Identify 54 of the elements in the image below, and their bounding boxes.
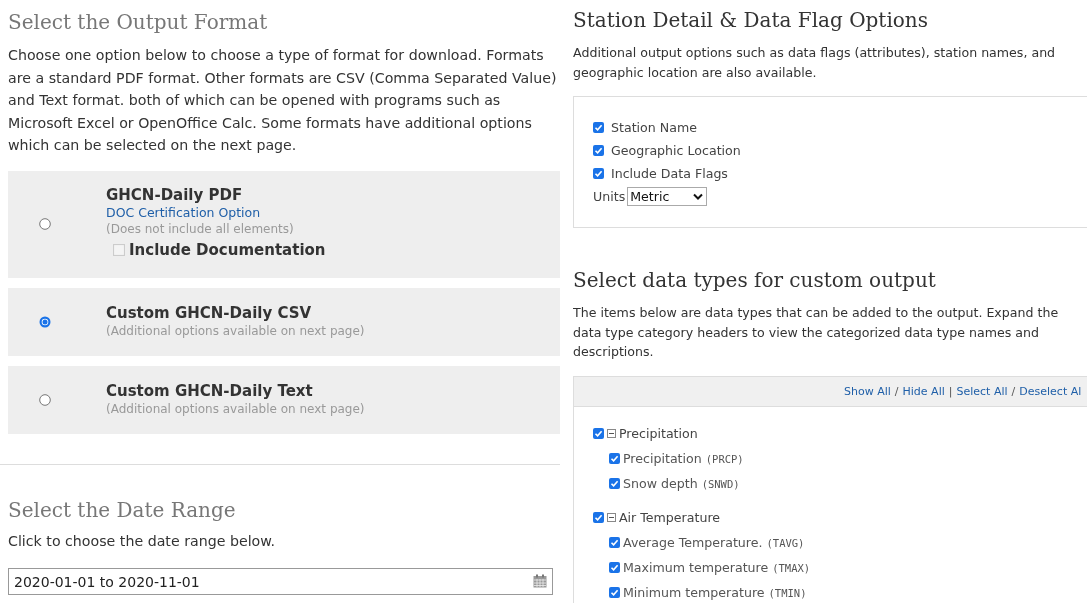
section-description: Click to choose the date range below. xyxy=(8,531,277,551)
data-type-label: Maximum temperature (TMAX) xyxy=(623,559,811,575)
units-dropdown[interactable]: Metric xyxy=(627,186,708,206)
chevron-icon xyxy=(693,192,704,200)
checkbox[interactable] xyxy=(593,145,604,156)
collapse-icon[interactable] xyxy=(607,429,616,438)
calendar-icon[interactable] xyxy=(533,574,547,588)
certification-link[interactable]: DOC Certification Option xyxy=(106,205,261,221)
checkbox[interactable] xyxy=(609,477,620,489)
checkbox[interactable] xyxy=(113,244,125,256)
panel-link[interactable]: Show All xyxy=(844,384,891,398)
panel-link[interactable]: Select All xyxy=(956,384,1008,398)
category-label: Precipitation xyxy=(619,426,698,441)
panel-link[interactable]: Hide All xyxy=(902,384,945,398)
option-note: (Additional options available on next page) xyxy=(106,322,365,339)
option-title: Custom GHCN-Daily Text xyxy=(106,381,314,401)
radio-button[interactable] xyxy=(39,218,51,230)
link-separator: | xyxy=(948,384,953,398)
data-type-label: Minimum temperature (TMIN) xyxy=(623,584,807,600)
checkbox[interactable] xyxy=(609,536,620,548)
option-note: (Additional options available on next page) xyxy=(106,400,365,417)
section-description: Choose one option below to choose a type of format for download. Formats are a standard PDF format. Other formats are CSV (Comma Separated Value) and Text format. both of which can be opened with programs such as Microsoft Excel or OpenOffice Calc. Some formats have additional options which can be selected on the next page. xyxy=(8,46,558,155)
checkbox[interactable] xyxy=(609,561,620,573)
data-type-label: Average Temperature. (TAVG) xyxy=(623,534,805,550)
option-note: (Does not include all elements) xyxy=(106,221,295,237)
radio-button[interactable] xyxy=(39,393,51,406)
checkbox-label: Geographic Location xyxy=(611,143,741,158)
date-range-field[interactable]: 2020-01-01 to 2020-11-01 xyxy=(8,568,553,595)
section-description: Additional output options such as data flags (attributes), station names, and geographic location are also available. xyxy=(573,44,1057,82)
option-title: GHCN-Daily PDF xyxy=(106,186,244,205)
data-type-label: Precipitation (PRCP) xyxy=(623,450,744,466)
link-separator: / xyxy=(1011,384,1016,398)
checkbox[interactable] xyxy=(609,452,620,464)
category-label: Air Temperature xyxy=(619,510,721,525)
checkbox[interactable] xyxy=(593,168,604,179)
panel-link[interactable]: Deselect Al xyxy=(1019,384,1082,398)
radio-button[interactable] xyxy=(39,315,51,328)
option-title: Custom GHCN-Daily CSV xyxy=(106,303,313,323)
section-title: Select data types for custom output xyxy=(573,267,937,294)
units-label: Units xyxy=(593,188,626,204)
section-title: Select the Date Range xyxy=(7,496,237,524)
section-title: Station Detail & Data Flag Options xyxy=(573,7,929,34)
checkbox-label: Include Data Flags xyxy=(611,166,728,181)
checkbox[interactable] xyxy=(593,428,604,439)
collapse-icon[interactable] xyxy=(607,513,616,522)
checkbox[interactable] xyxy=(593,512,604,523)
checkbox-label: Station Name xyxy=(611,120,697,135)
checkbox-label: Include Documentation xyxy=(129,241,326,259)
checkbox[interactable] xyxy=(593,122,604,133)
checkbox[interactable] xyxy=(609,586,620,598)
data-type-label: Snow depth (SNWD) xyxy=(623,475,740,491)
section-description: The items below are data types that can be added to the output. Expand the data type category headers to view the categorized data type names and descriptions. xyxy=(573,304,1060,361)
section-title: Select the Output Format xyxy=(7,9,269,36)
link-separator: / xyxy=(894,384,899,398)
